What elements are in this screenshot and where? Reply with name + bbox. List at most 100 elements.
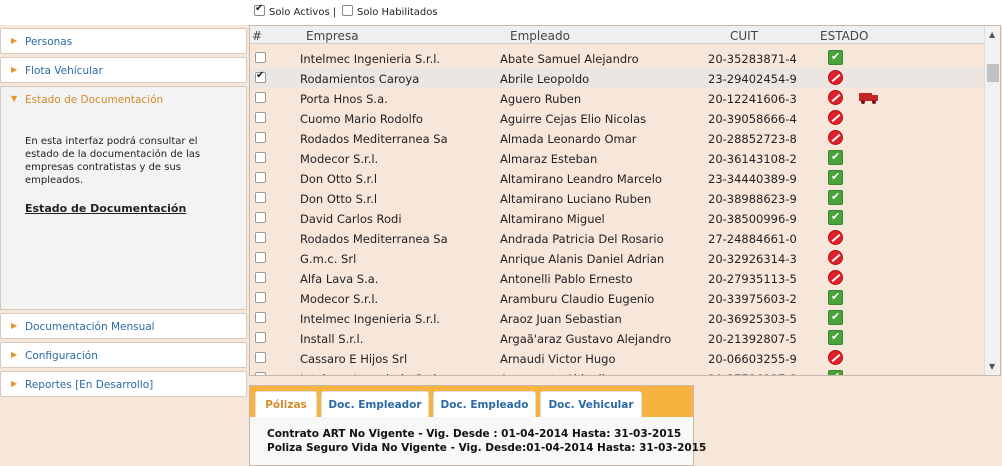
table-row[interactable]: Cuomo Mario Rodolfo Aguirre Cejas Elio Ni… bbox=[250, 108, 985, 128]
detail-tabs: Pólizas Doc. Empleador Doc. Empleado Doc… bbox=[250, 386, 693, 417]
sidebar-item-estado-documentacion[interactable]: ▼ Estado de Documentación bbox=[0, 86, 247, 112]
header-cuit[interactable]: CUIT bbox=[730, 29, 758, 43]
header-num: # bbox=[252, 29, 263, 43]
table-row[interactable]: Intelmec Ingenieria S.r.l. Araoz Juan Seb… bbox=[250, 308, 985, 328]
cell-cuit: 20-12241606-3 bbox=[708, 92, 797, 106]
cell-empleado: Arnaudi Victor Hugo bbox=[500, 352, 616, 366]
sidebar-item-configuracion[interactable]: ▶ Configuración bbox=[0, 342, 247, 368]
solo-habilitados-checkbox[interactable] bbox=[342, 5, 353, 16]
sidebar-item-label: Estado de Documentación bbox=[25, 94, 164, 106]
table-row[interactable]: Alfa Lava S.a. Antonelli Pablo Ernesto 20-… bbox=[250, 268, 985, 288]
table-row[interactable]: Modecor S.r.l. Almaraz Esteban 20-36143108… bbox=[250, 148, 985, 168]
cell-empleado: Argaã'araz Gustavo Alejandro bbox=[500, 332, 672, 346]
truck-icon[interactable] bbox=[859, 93, 879, 104]
tab-doc-empleado[interactable]: Doc. Empleado bbox=[433, 391, 536, 417]
table-row[interactable]: Porta Hnos S.a. Aguero Ruben 20-12241606-3 bbox=[250, 88, 985, 108]
sidebar-item-label: Documentación Mensual bbox=[25, 321, 155, 333]
cell-cuit: 20-32926314-3 bbox=[708, 252, 797, 266]
row-checkbox[interactable] bbox=[255, 70, 266, 83]
cell-empleado: Arrascaeta Abigail bbox=[500, 372, 605, 375]
row-checkbox[interactable] bbox=[255, 292, 266, 303]
solo-activos-checkbox[interactable] bbox=[254, 3, 265, 16]
row-checkbox[interactable] bbox=[255, 252, 266, 263]
row-checkbox[interactable] bbox=[255, 52, 266, 63]
table-row[interactable]: Don Otto S.r.l Altamirano Luciano Ruben 20… bbox=[250, 188, 985, 208]
triangle-right-icon: ▶ bbox=[11, 36, 18, 45]
table-row[interactable]: David Carlos Rodi Altamirano Miguel 20-385… bbox=[250, 208, 985, 228]
check-icon bbox=[828, 330, 843, 345]
table-row[interactable]: Rodados Mediterranea Sa Almada Leonardo O… bbox=[250, 128, 985, 148]
tab-label: Pólizas bbox=[265, 399, 307, 411]
header-estado[interactable]: ESTADO bbox=[820, 29, 869, 43]
cell-empleado: Altamirano Leandro Marcelo bbox=[500, 172, 662, 186]
table-row[interactable]: G.m.c. Srl Anrique Alanis Daniel Adrian 20… bbox=[250, 248, 985, 268]
solo-activos-label: Solo Activos | bbox=[269, 7, 337, 18]
no-entry-icon bbox=[828, 70, 843, 85]
cell-cuit: 23-29402454-9 bbox=[708, 72, 797, 86]
sidebar-item-label: Configuración bbox=[25, 350, 98, 362]
triangle-right-icon: ▶ bbox=[11, 65, 18, 74]
row-checkbox[interactable] bbox=[255, 192, 266, 203]
cell-empresa: Don Otto S.r.l bbox=[300, 172, 378, 186]
table-row[interactable]: Cassaro E Hijos Srl Arnaudi Victor Hugo 20… bbox=[250, 348, 985, 368]
vertical-scrollbar[interactable]: ▲ ▼ bbox=[984, 26, 1000, 375]
sidebar-item-reportes[interactable]: ▶ Reportes [En Desarrollo] bbox=[0, 371, 247, 397]
row-checkbox[interactable] bbox=[255, 92, 266, 103]
cell-empresa: David Carlos Rodi bbox=[300, 212, 402, 226]
table-row[interactable]: Rodamientos Caroya Abrile Leopoldo 23-2940… bbox=[250, 68, 985, 88]
tab-doc-vehicular[interactable]: Doc. Vehicular bbox=[540, 391, 642, 417]
table-row[interactable]: Intelmec Ingenieria S.r.l. Abate Samuel A… bbox=[250, 48, 985, 68]
tab-label: Doc. Empleador bbox=[328, 399, 422, 411]
grid-header: # Empresa Empleado CUIT ESTADO bbox=[250, 26, 985, 44]
estado-documentacion-link[interactable]: Estado de Documentación bbox=[25, 202, 186, 215]
row-checkbox[interactable] bbox=[255, 232, 266, 243]
cell-empresa: Cuomo Mario Rodolfo bbox=[300, 112, 423, 126]
cell-cuit: 20-21392807-5 bbox=[708, 332, 797, 346]
cell-cuit: 23-34440389-9 bbox=[708, 172, 797, 186]
check-icon bbox=[828, 370, 843, 375]
table-row[interactable]: Install S.r.l. Argaã'araz Gustavo Alejand… bbox=[250, 328, 985, 348]
row-checkbox[interactable] bbox=[255, 272, 266, 283]
table-row[interactable]: Don Otto S.r.l Altamirano Leandro Marcelo… bbox=[250, 168, 985, 188]
cell-empresa: Rodados Mediterranea Sa bbox=[300, 132, 448, 146]
sidebar-item-documentacion-mensual[interactable]: ▶ Documentación Mensual bbox=[0, 313, 247, 339]
cell-cuit: 20-06603255-9 bbox=[708, 352, 797, 366]
table-row[interactable]: Rodados Mediterranea Sa Andrada Patricia … bbox=[250, 228, 985, 248]
cell-empleado: Altamirano Miguel bbox=[500, 212, 605, 226]
row-checkbox[interactable] bbox=[255, 352, 266, 363]
row-checkbox[interactable] bbox=[255, 212, 266, 223]
check-icon bbox=[828, 290, 843, 305]
sidebar-item-personas[interactable]: ▶ Personas bbox=[0, 28, 247, 54]
header-empresa[interactable]: Empresa bbox=[306, 29, 359, 43]
scroll-up-icon[interactable]: ▲ bbox=[989, 30, 995, 39]
employees-grid: # Empresa Empleado CUIT ESTADO Intelmec … bbox=[249, 25, 1001, 376]
cell-cuit: 20-27935113-5 bbox=[708, 272, 797, 286]
scroll-down-icon[interactable]: ▼ bbox=[989, 362, 995, 371]
cell-empresa: Don Otto S.r.l bbox=[300, 192, 378, 206]
row-checkbox[interactable] bbox=[255, 372, 266, 375]
table-row[interactable]: Intelmec Ingenieria S.r.l. Arrascaeta Abi… bbox=[250, 368, 985, 375]
sidebar-item-label: Flota Vehícular bbox=[25, 65, 103, 77]
tab-doc-empleador[interactable]: Doc. Empleador bbox=[321, 391, 429, 417]
row-checkbox[interactable] bbox=[255, 132, 266, 143]
tab-polizas[interactable]: Pólizas bbox=[255, 391, 317, 417]
check-icon bbox=[828, 150, 843, 165]
sidebar-item-flota-vehicular[interactable]: ▶ Flota Vehícular bbox=[0, 57, 247, 83]
cell-empresa: G.m.c. Srl bbox=[300, 252, 357, 266]
row-checkbox[interactable] bbox=[255, 332, 266, 343]
header-empleado[interactable]: Empleado bbox=[510, 29, 570, 43]
triangle-down-icon: ▼ bbox=[11, 94, 18, 103]
tab-label: Doc. Vehicular bbox=[548, 399, 634, 411]
cell-cuit: 20-28852723-8 bbox=[708, 132, 797, 146]
no-entry-icon bbox=[828, 250, 843, 265]
table-row[interactable]: Modecor S.r.l. Aramburu Claudio Eugenio 20… bbox=[250, 288, 985, 308]
row-checkbox[interactable] bbox=[255, 112, 266, 123]
row-checkbox[interactable] bbox=[255, 152, 266, 163]
row-checkbox[interactable] bbox=[255, 172, 266, 183]
row-checkbox[interactable] bbox=[255, 312, 266, 323]
cell-empleado: Altamirano Luciano Ruben bbox=[500, 192, 652, 206]
cell-cuit: 20-37726137-8 bbox=[708, 372, 797, 375]
cell-empresa: Install S.r.l. bbox=[300, 332, 364, 346]
scrollbar-thumb[interactable] bbox=[987, 64, 999, 82]
cell-empresa: Rodados Mediterranea Sa bbox=[300, 232, 448, 246]
